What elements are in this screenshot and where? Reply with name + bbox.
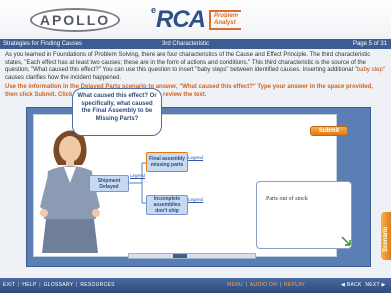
legend-link-final-assembly[interactable]: Legend (188, 155, 203, 160)
activity-panel: What caused this effect? Or specifically… (26, 88, 371, 267)
rca-logo-tag: Problem Analyst (209, 10, 242, 30)
footer-center-links: MENU | AUDIO ON | REPLAY (227, 282, 306, 288)
node-shipment-delayed[interactable]: Shipment Delayed (89, 175, 129, 192)
resources-link[interactable]: RESOURCES (80, 282, 114, 288)
scrollbar-thumb[interactable] (173, 254, 187, 258)
back-button[interactable]: ◀ BACK (341, 282, 362, 288)
audio-toggle[interactable]: AUDIO ON (250, 282, 277, 288)
legend-link-shipment[interactable]: Legend (130, 173, 145, 178)
rca-logo: e RCA Problem Analyst (150, 5, 242, 33)
legend-link-incomplete[interactable]: Legend (188, 197, 203, 202)
footer-right-links: ◀ BACK NEXT ▶ (341, 278, 386, 293)
next-button[interactable]: NEXT ▶ (365, 282, 385, 288)
intro-part2: causes clarifies how the incident happen… (5, 74, 122, 81)
scenario-tab[interactable]: Scenario (381, 212, 391, 260)
page-subtitle: 3rd Characteristic (162, 41, 210, 47)
rca-logo-sup: e (151, 5, 157, 15)
intro-part1: As you learned in Foundations of Problem… (5, 52, 371, 73)
instruction-text: Use the information in the Delayed Parts… (5, 84, 374, 98)
section-title: Strategies for Finding Causes (3, 41, 83, 47)
glossary-link[interactable]: GLOSSARY (44, 282, 74, 288)
header: APOLLO e RCA Problem Analyst (0, 0, 391, 38)
submit-button[interactable]: Submit (310, 126, 348, 136)
diagram-scrollbar[interactable] (128, 253, 256, 259)
baby-step-link[interactable]: "baby step" (355, 67, 385, 73)
page-counter: Page 5 of 31 (352, 41, 387, 47)
rca-tag-line2: Analyst (214, 20, 236, 26)
rca-logo-text: RCA (156, 6, 206, 33)
footer-left-links: EXIT | HELP | GLOSSARY | RESOURCES (3, 282, 115, 288)
scenario-tab-label: Scenario (383, 226, 389, 252)
help-link[interactable]: HELP (22, 282, 36, 288)
replay-link[interactable]: REPLAY (284, 282, 305, 288)
title-bar: Strategies for Finding Causes 3rd Charac… (0, 39, 391, 49)
apollo-logo: APOLLO (30, 8, 120, 32)
node-final-assembly[interactable]: Final assembly missing parts (146, 152, 188, 172)
footer-nav: EXIT | HELP | GLOSSARY | RESOURCES MENU … (0, 278, 391, 293)
resize-cursor-icon (341, 236, 351, 246)
exit-link[interactable]: EXIT (3, 282, 15, 288)
answer-input[interactable]: Parts out of stock (256, 181, 352, 249)
rca-tag-line1: Problem (214, 13, 239, 19)
node-incomplete-assemblies[interactable]: Incomplete assemblies don't ship (146, 195, 188, 215)
menu-link[interactable]: MENU (227, 282, 243, 288)
intro-paragraph: As you learned in Foundations of Problem… (5, 52, 386, 82)
app-window: APOLLO e RCA Problem Analyst Strategies … (0, 0, 391, 293)
